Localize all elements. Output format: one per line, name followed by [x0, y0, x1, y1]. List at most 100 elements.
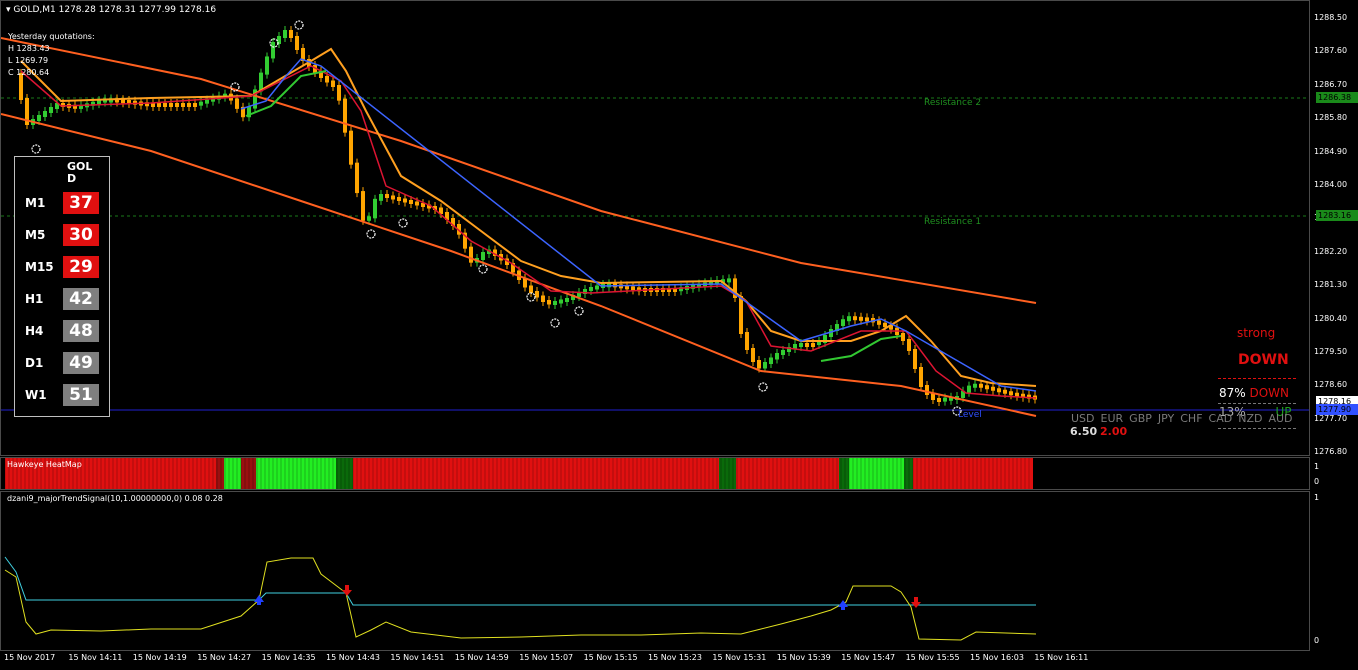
candle-body: [391, 195, 395, 200]
yesterday-low: L 1269.79: [8, 56, 49, 65]
panel-symbol: GOLD: [67, 160, 93, 185]
timeframe-strength-panel: GOLD M1 37 M5 30 M15 29 H1 42 H4 48 D1 49 W1 51: [14, 156, 110, 417]
timeframe-strength-value: 30: [63, 224, 99, 246]
heatmap-segment: [719, 458, 736, 489]
chart-header: ▾ GOLD,M1 1278.28 1278.31 1277.99 1278.1…: [6, 5, 216, 15]
timeframe-row-m15: M15 29: [15, 255, 111, 279]
candle-body: [1003, 389, 1007, 394]
candle-body: [397, 197, 401, 201]
time-tick-label: 15 Nov 14:59: [454, 653, 509, 662]
candle-body: [367, 216, 371, 221]
candle-body: [43, 111, 47, 117]
timeframe-row-m1: M1 37: [15, 191, 111, 215]
resistance-2-label: Resistance 2: [924, 98, 982, 108]
timeframe-strength-value: 51: [63, 384, 99, 406]
price-tick-label: 1277.70: [1314, 413, 1348, 423]
main-chart-pane[interactable]: [0, 0, 1310, 456]
yesterday-high: H 1283.43: [8, 44, 50, 53]
candle-body: [967, 385, 971, 393]
candle-body: [943, 397, 947, 402]
candle-body: [175, 103, 179, 107]
timeframe-label: M5: [25, 228, 46, 242]
timeframe-label: D1: [25, 356, 44, 370]
signal-strength-label: strong: [1237, 326, 1276, 340]
price-tick-label: 1287.60: [1314, 46, 1348, 56]
resistance-1-price-badge: 1283.16: [1316, 210, 1358, 221]
time-tick-label: 15 Nov 14:51: [390, 653, 445, 662]
candle-body: [631, 286, 635, 291]
candle-body: [865, 317, 869, 322]
candle-body: [373, 198, 377, 219]
candle-body: [409, 200, 413, 204]
fractal-marker-icon: [550, 318, 560, 328]
candle-body: [169, 103, 173, 107]
heatmap-segment: [353, 458, 719, 489]
dropdown-arrow-icon[interactable]: ▾: [6, 5, 11, 15]
candle-body: [325, 76, 329, 83]
down-percent: 87% DOWN: [1219, 386, 1290, 400]
candle-body: [781, 350, 785, 355]
heatmap-title: Hawkeye HeatMap: [7, 460, 82, 469]
price-tick-label: 1285.80: [1314, 113, 1348, 123]
timeframe-label: M15: [25, 260, 54, 274]
heatmap-chart: [4, 458, 1033, 489]
oscillator-title: dzani9_majorTrendSignal(10,1.00000000,0)…: [7, 494, 223, 503]
candle-body: [535, 291, 539, 298]
candle-body: [991, 386, 995, 391]
time-tick-label: 15 Nov 15:07: [519, 653, 574, 662]
mid-moving-average: [1, 113, 1037, 417]
signal-divider-2: [1218, 403, 1296, 404]
heatmap-segment: [256, 458, 336, 489]
timeframe-label: H1: [25, 292, 44, 306]
heatmap-segment: [336, 458, 353, 489]
candle-body: [973, 383, 977, 388]
time-tick-label: 15 Nov 14:19: [132, 653, 187, 662]
time-tick-label: 15 Nov 15:39: [776, 653, 831, 662]
price-tick-label: 1284.00: [1314, 180, 1348, 189]
time-tick-label: 15 Nov 14:43: [326, 653, 380, 662]
buy-arrow-stem: [257, 600, 261, 605]
heatmap-pane[interactable]: [0, 457, 1310, 490]
signal-divider: [1218, 378, 1296, 379]
candle-body: [355, 162, 359, 194]
currency-strength-row: USD EUR GBP JPY CHF CAD NZD AUD: [1071, 412, 1299, 425]
price-chart[interactable]: [1, 1, 1309, 455]
candle-body: [841, 319, 845, 326]
timeframe-row-m5: M5 30: [15, 223, 111, 247]
fractal-marker-icon: [366, 229, 376, 239]
yesterday-title: Yesterday quotations:: [8, 32, 95, 41]
time-tick-label: 15 Nov 15:31: [712, 653, 767, 662]
candle-body: [343, 98, 347, 133]
candle-body: [919, 367, 923, 387]
currency-value-2: 2.00: [1100, 425, 1128, 438]
price-tick-label: 1276.80: [1314, 447, 1348, 457]
oscillator-pane[interactable]: [0, 491, 1310, 651]
signal-divider-3: [1218, 428, 1296, 429]
timeframe-strength-value: 48: [63, 320, 99, 342]
yesterday-close: C 1280.64: [8, 68, 50, 77]
timeframe-label: W1: [25, 388, 47, 402]
candle-body: [469, 246, 473, 263]
currency-label: AUD: [1268, 412, 1293, 425]
candle-body: [295, 36, 299, 50]
timeframe-row-h1: H1 42: [15, 287, 111, 311]
pivot-price-badge: 1277.90: [1316, 404, 1358, 415]
currency-label: GBP: [1129, 412, 1152, 425]
candle-body: [337, 85, 341, 101]
price-tick-label: 1284.90: [1314, 146, 1348, 156]
time-tick-label: 15 Nov 2017: [4, 653, 56, 662]
currency-value-1: 6.50: [1070, 425, 1098, 438]
price-tick-label: 1279.50: [1314, 347, 1348, 356]
time-tick-label: 15 Nov 14:35: [261, 653, 316, 662]
currency-label: NZD: [1238, 412, 1263, 425]
yesterday-quotes: Yesterday quotations: H 1283.43 L 1269.7…: [8, 31, 95, 79]
time-tick-label: 15 Nov 15:47: [841, 653, 896, 662]
timeframe-strength-value: 29: [63, 256, 99, 278]
candle-body: [361, 191, 365, 221]
price-tick-label: 1282.20: [1314, 246, 1348, 256]
timeframe-label: M1: [25, 196, 46, 210]
fractal-marker-icon: [294, 20, 304, 30]
candle-body: [901, 333, 905, 341]
price-tick-label: 1281.30: [1314, 280, 1348, 290]
time-tick-label: 15 Nov 15:55: [905, 653, 960, 662]
